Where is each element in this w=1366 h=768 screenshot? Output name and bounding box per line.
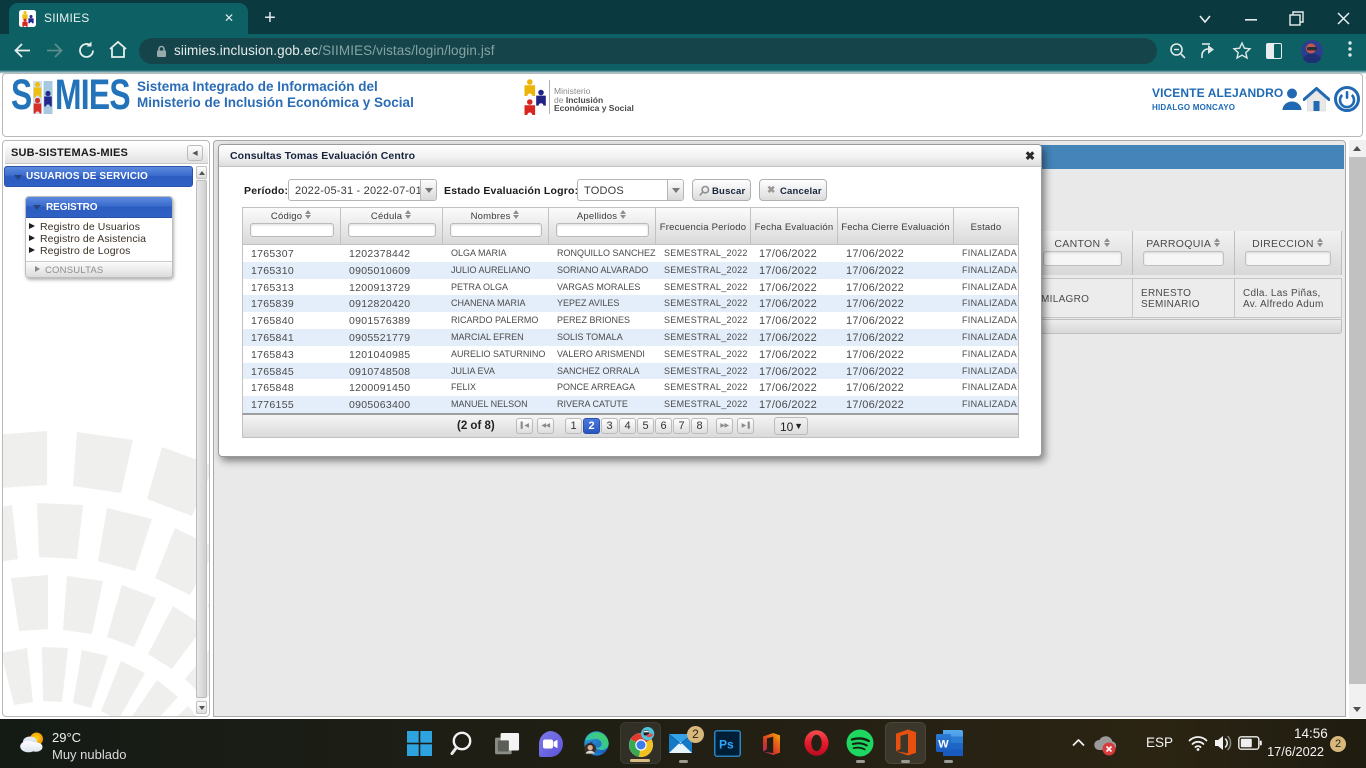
svg-text:Ps: Ps [719, 738, 734, 752]
svg-text:W: W [938, 739, 949, 751]
